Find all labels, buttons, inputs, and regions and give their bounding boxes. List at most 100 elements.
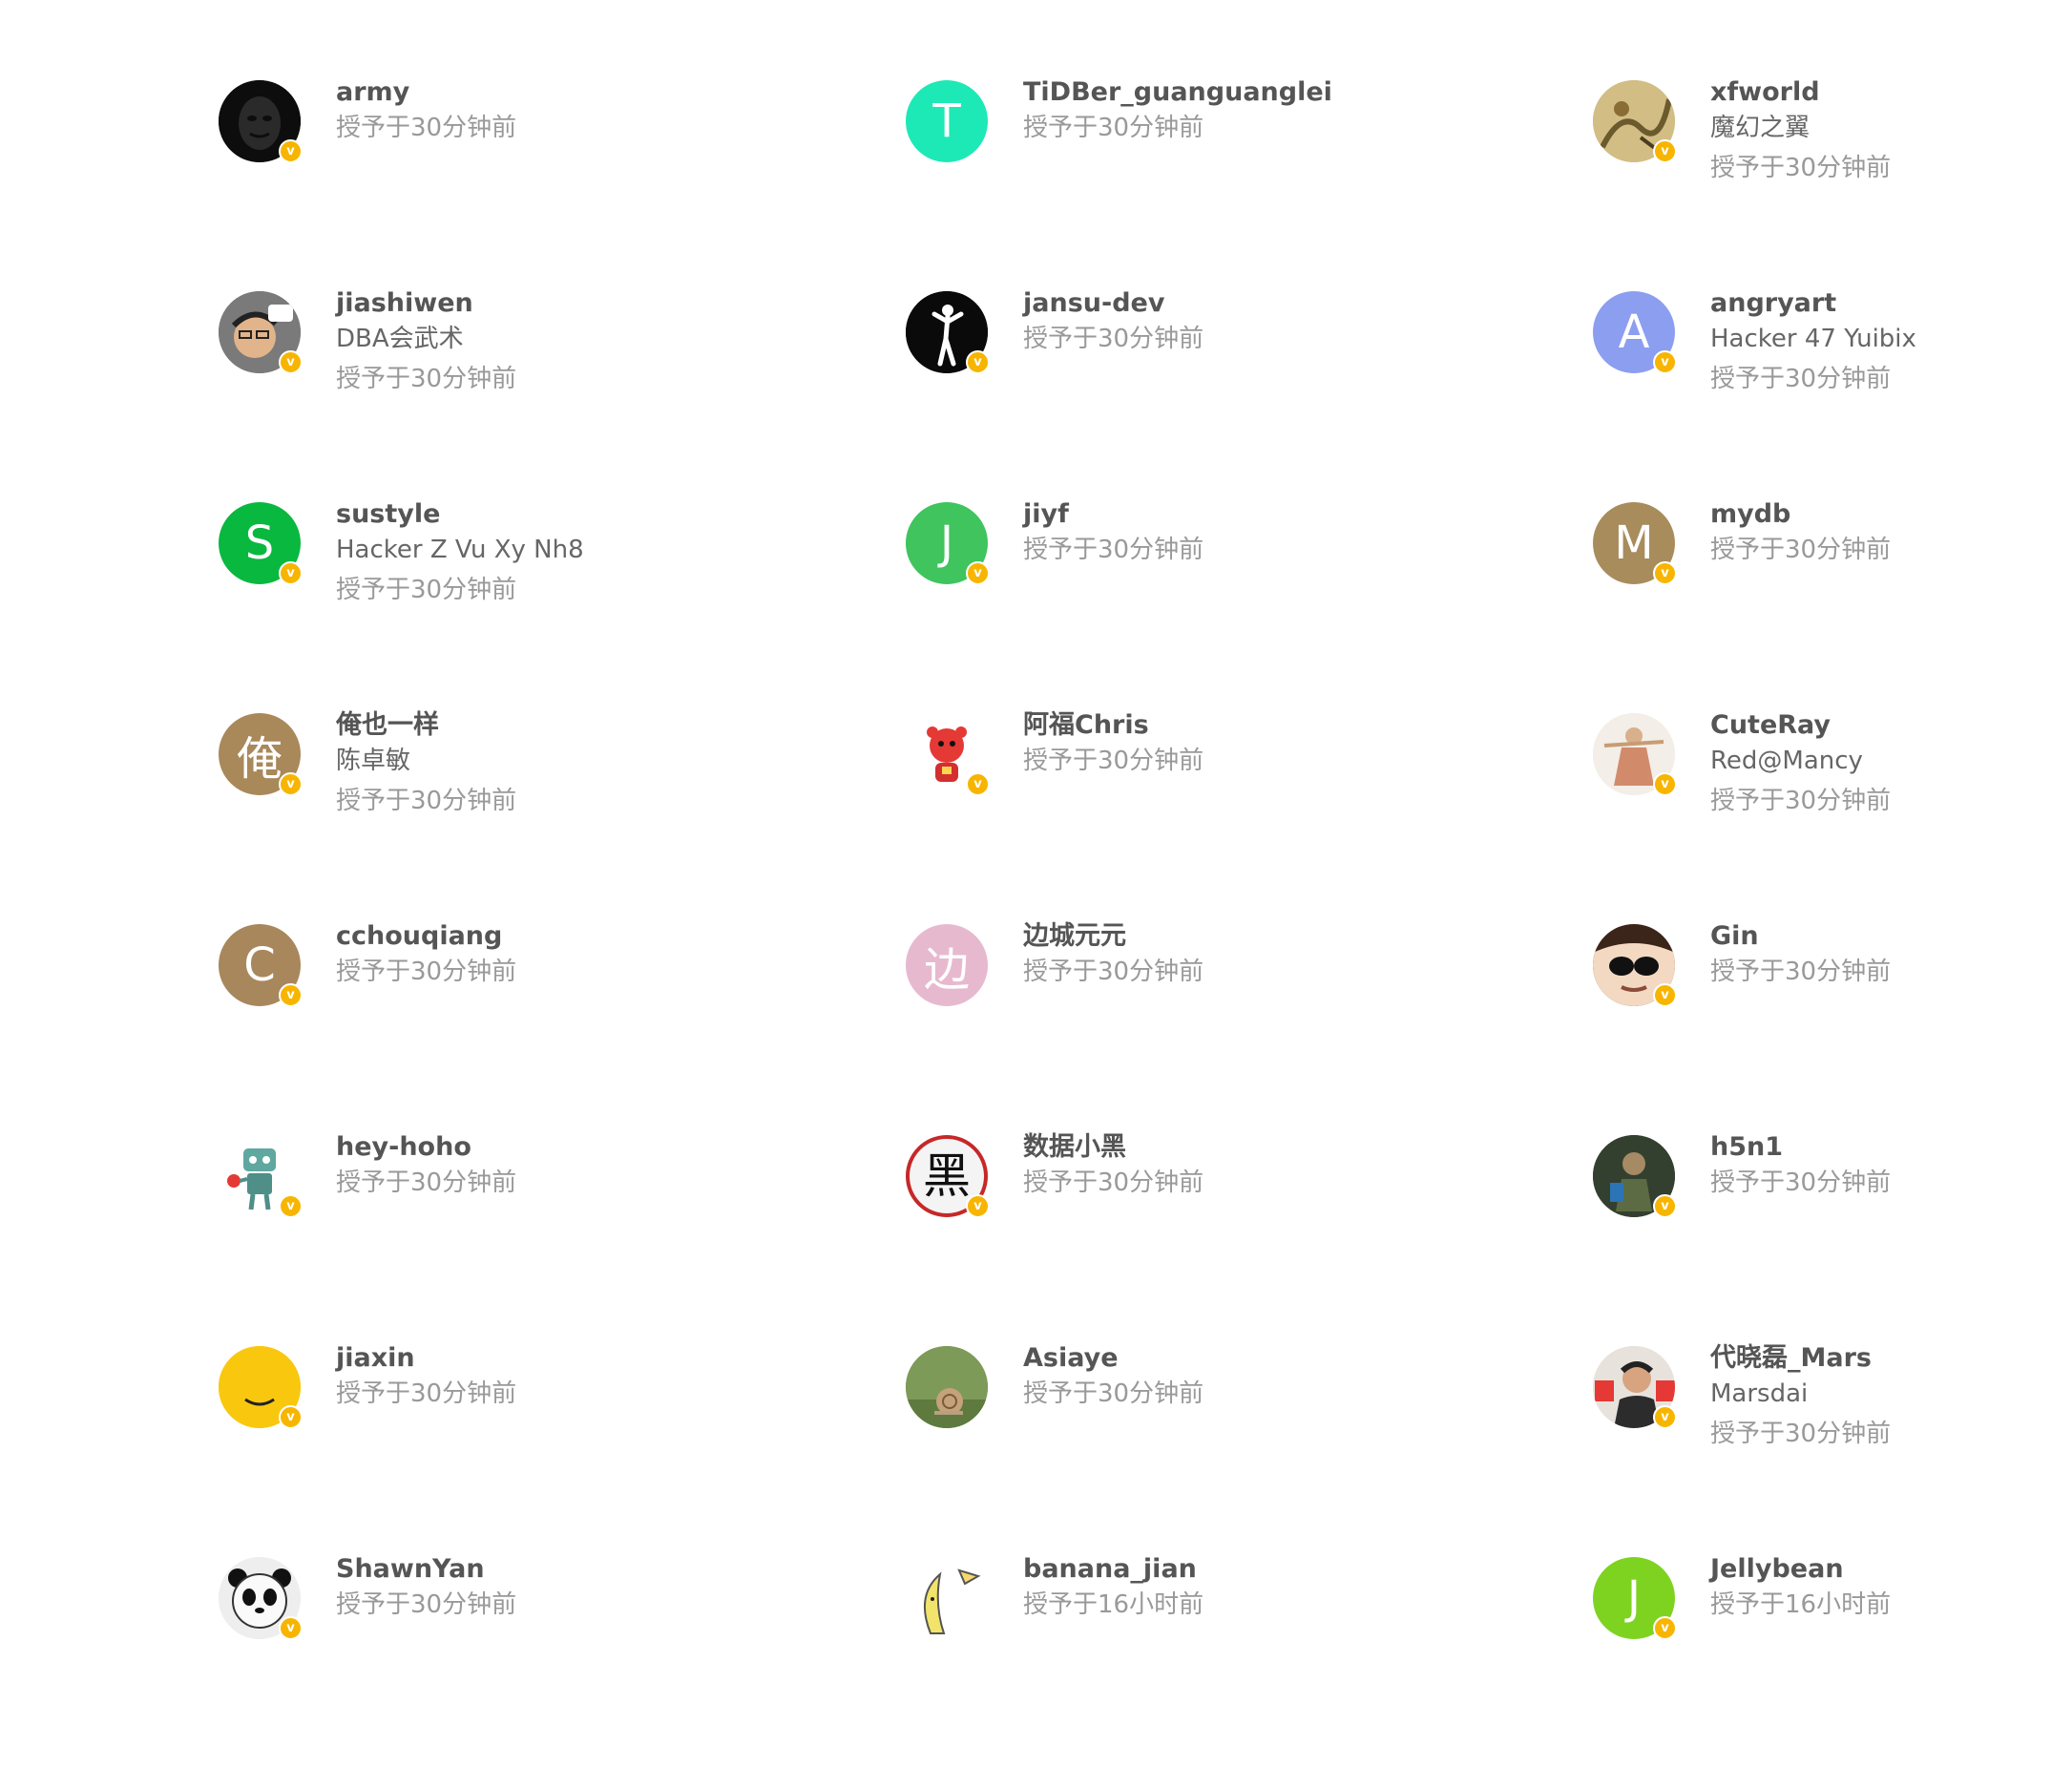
granted-time: 授予于30分钟前 xyxy=(336,576,517,604)
avatar-container: Jv xyxy=(1593,1557,1677,1640)
avatar-container: 俺v xyxy=(219,713,303,796)
user-info: sustyle Hacker Z Vu Xy Nh8 授予于30分钟前 xyxy=(336,498,584,606)
username-link[interactable]: h5n1 xyxy=(1710,1131,1891,1164)
username-link[interactable]: jiyf xyxy=(1023,498,1203,531)
user-info: hey-hoho 授予于30分钟前 xyxy=(336,1131,516,1199)
badge-recipient-card[interactable]: v jansu-dev 授予于30分钟前 xyxy=(906,288,1593,502)
user-info: cchouqiang 授予于30分钟前 xyxy=(336,920,516,988)
granted-time: 授予于16小时前 xyxy=(1710,1590,1892,1619)
user-info: xfworld 魔幻之翼 授予于30分钟前 xyxy=(1710,76,1891,184)
svg-text:黑: 黑 xyxy=(923,1148,971,1204)
badge-recipient-card[interactable]: v jiashiwen DBA会武术授予于30分钟前 xyxy=(219,288,906,502)
user-title: DBA会武术 xyxy=(336,325,464,353)
badge-recipient-card[interactable]: v 代晓磊_Mars Marsdai 授予于30分钟前 xyxy=(1593,1343,1927,1557)
username-link[interactable]: 俺也一样 xyxy=(336,709,516,742)
user-info: ShawnYan 授予于30分钟前 xyxy=(336,1553,516,1621)
username-link[interactable]: mydb xyxy=(1710,498,1891,531)
username-link[interactable]: xfworld xyxy=(1710,76,1891,109)
verified-badge-icon: v xyxy=(279,1405,303,1429)
username-link[interactable]: angryart xyxy=(1710,287,1916,320)
username-link[interactable]: 边城元元 xyxy=(1023,920,1203,953)
granted-time: 授予于30分钟前 xyxy=(336,365,517,393)
username-link[interactable]: sustyle xyxy=(336,498,584,531)
username-link[interactable]: hey-hoho xyxy=(336,1131,516,1164)
user-info: 代晓磊_Mars Marsdai 授予于30分钟前 xyxy=(1710,1342,1891,1450)
granted-time: 授予于30分钟前 xyxy=(1710,787,1892,815)
badge-recipient-card[interactable]: banana_jian 授予于16小时前 xyxy=(906,1554,1593,1768)
username-link[interactable]: ShawnYan xyxy=(336,1553,516,1586)
verified-badge-icon: v xyxy=(1653,350,1677,374)
avatar-container: v xyxy=(219,1346,303,1429)
avatar-container: v xyxy=(1593,1135,1677,1218)
username-link[interactable]: 阿福Chris xyxy=(1023,709,1203,742)
avatar-container: T xyxy=(906,80,988,162)
user-info: 边城元元 授予于30分钟前 xyxy=(1023,920,1203,988)
badge-recipient-card[interactable]: v h5n1 授予于30分钟前 xyxy=(1593,1132,1927,1346)
badge-recipient-card[interactable]: Sv sustyle Hacker Z Vu Xy Nh8 授予于30分钟前 xyxy=(219,499,906,713)
username-link[interactable]: CuteRay xyxy=(1710,709,1891,742)
badge-recipient-card[interactable]: 黑 v 数据小黑授予于30分钟前 xyxy=(906,1132,1593,1346)
avatar-container: 黑v xyxy=(906,1135,990,1218)
badge-recipient-card[interactable]: Av angryart Hacker 47 Yuibix 授予于30分钟前 xyxy=(1593,288,1927,502)
verified-badge-icon: v xyxy=(1653,1405,1677,1429)
username-link[interactable]: cchouqiang xyxy=(336,920,516,953)
avatar[interactable] xyxy=(906,1346,988,1428)
badge-recipient-card[interactable]: 边边城元元 授予于30分钟前 xyxy=(906,921,1593,1135)
badge-recipient-card[interactable]: Asiaye 授予于30分钟前 xyxy=(906,1343,1593,1557)
avatar[interactable] xyxy=(906,1557,988,1639)
badge-recipient-card[interactable]: v hey-hoho 授予于30分钟前 xyxy=(219,1132,906,1346)
user-title: Red@Mancy xyxy=(1710,747,1863,775)
granted-time: 授予于30分钟前 xyxy=(1023,747,1204,775)
username-link[interactable]: banana_jian xyxy=(1023,1553,1203,1586)
badge-recipient-card[interactable]: 俺 v 俺也一样 陈卓敏 授予于30分钟前 xyxy=(219,710,906,924)
user-title: 魔幻之翼 xyxy=(1710,114,1810,142)
verified-badge-icon: v xyxy=(1653,1616,1677,1640)
badge-recipient-card[interactable]: v xfworld 魔幻之翼 授予于30分钟前 xyxy=(1593,77,1927,291)
granted-time: 授予于30分钟前 xyxy=(1023,1168,1204,1197)
badge-recipient-card[interactable]: v ShawnYan 授予于30分钟前 xyxy=(219,1554,906,1768)
username-link[interactable]: jiaxin xyxy=(336,1342,516,1375)
user-info: Jellybean 授予于16小时前 xyxy=(1710,1553,1891,1621)
verified-badge-icon: v xyxy=(1653,139,1677,163)
username-link[interactable]: 数据小黑 xyxy=(1023,1131,1203,1164)
user-title: 陈卓敏 xyxy=(336,747,411,775)
user-title: Hacker Z Vu Xy Nh8 xyxy=(336,536,584,564)
banana-icon xyxy=(906,1557,988,1639)
badge-recipient-card[interactable]: T TiDBer_guanguanglei 授予于30分钟前 xyxy=(906,77,1593,291)
username-link[interactable]: TiDBer_guanguanglei xyxy=(1023,76,1332,109)
username-link[interactable]: Asiaye xyxy=(1023,1342,1203,1375)
username-link[interactable]: army xyxy=(336,76,516,109)
badge-recipient-card[interactable]: v Gin 授予于30分钟前 xyxy=(1593,921,1927,1135)
badge-recipient-card[interactable]: Jv jiyf 授予于30分钟前 xyxy=(906,499,1593,713)
user-info: jiyf 授予于30分钟前 xyxy=(1023,498,1203,566)
username-link[interactable]: 代晓磊_Mars xyxy=(1710,1342,1891,1375)
avatar-container: v xyxy=(219,80,303,163)
avatar-container: v xyxy=(219,1557,303,1640)
avatar[interactable]: T xyxy=(906,80,988,162)
avatar-container: Mv xyxy=(1593,502,1677,585)
badge-recipient-card[interactable]: v CuteRay Red@Mancy 授予于30分钟前 xyxy=(1593,710,1927,924)
badge-recipient-card[interactable]: v 阿福Chris 授予于30分钟前 xyxy=(906,710,1593,924)
verified-badge-icon: v xyxy=(966,561,990,585)
username-link[interactable]: Gin xyxy=(1710,920,1891,953)
granted-time: 授予于30分钟前 xyxy=(1710,1168,1892,1197)
user-info: Asiaye 授予于30分钟前 xyxy=(1023,1342,1203,1410)
verified-badge-icon: v xyxy=(966,350,990,374)
granted-time: 授予于30分钟前 xyxy=(1023,536,1204,564)
avatar-container: v xyxy=(219,291,303,374)
username-link[interactable]: jiashiwen xyxy=(336,287,516,320)
username-link[interactable]: jansu-dev xyxy=(1023,287,1203,320)
avatar-container: Av xyxy=(1593,291,1677,374)
badge-recipient-card[interactable]: v army 授予于30分钟前 xyxy=(219,77,906,291)
badge-recipient-card[interactable]: Cv cchouqiang 授予于30分钟前 xyxy=(219,921,906,1135)
verified-badge-icon: v xyxy=(279,1616,303,1640)
badge-recipient-card[interactable]: Mv mydb 授予于30分钟前 xyxy=(1593,499,1927,713)
user-info: Gin 授予于30分钟前 xyxy=(1710,920,1891,988)
username-link[interactable]: Jellybean xyxy=(1710,1553,1891,1586)
avatar[interactable]: 边 xyxy=(906,924,988,1006)
avatar-container: v xyxy=(1593,713,1677,796)
badge-recipient-card[interactable]: Jv Jellybean 授予于16小时前 xyxy=(1593,1554,1927,1768)
avatar-container: 边 xyxy=(906,924,988,1006)
badge-recipient-card[interactable]: v jiaxin 授予于30分钟前 xyxy=(219,1343,906,1557)
avatar-container xyxy=(906,1557,988,1639)
